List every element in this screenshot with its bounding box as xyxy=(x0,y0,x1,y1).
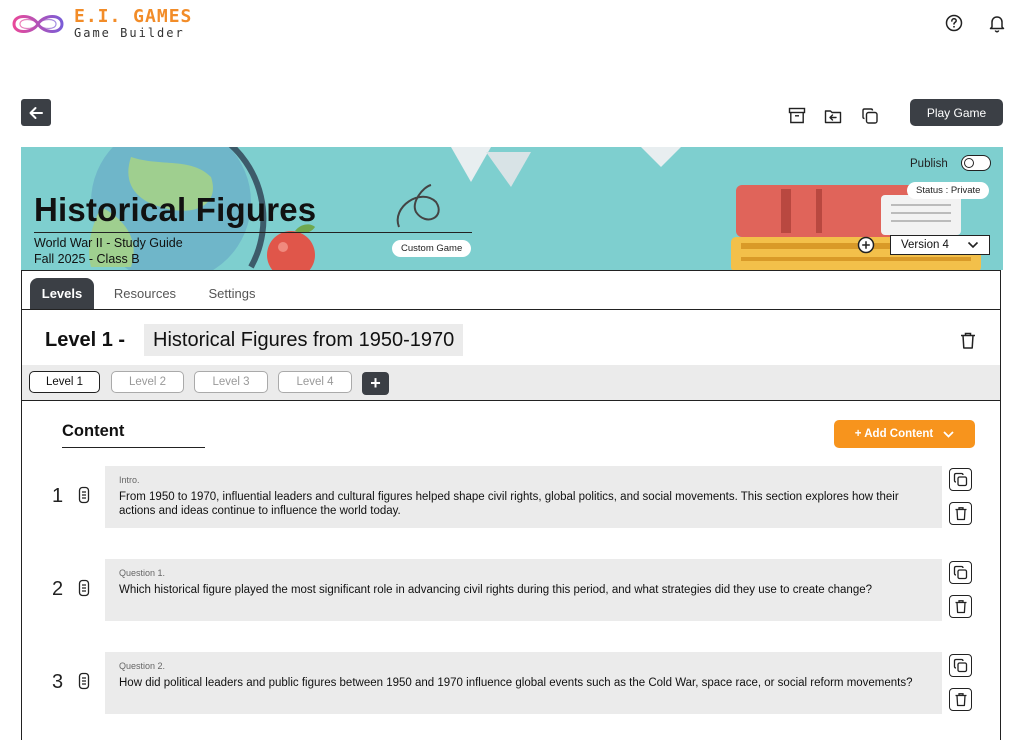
add-level-button[interactable]: + xyxy=(362,372,389,395)
copy-icon xyxy=(953,565,968,580)
game-title[interactable]: Historical Figures xyxy=(34,191,316,229)
app-logo[interactable]: E.I. GAMES Game Builder xyxy=(10,8,192,39)
publish-label: Publish xyxy=(910,158,948,170)
level-label: Level 1 - xyxy=(45,329,126,351)
item-text: How did political leaders and public fig… xyxy=(119,677,913,689)
toggle-knob xyxy=(964,158,974,168)
tab-resources[interactable]: Resources xyxy=(106,278,184,309)
trash-icon xyxy=(955,507,966,521)
level-name-input[interactable]: Historical Figures from 1950-1970 xyxy=(144,324,464,356)
duplicate-button[interactable] xyxy=(859,105,881,127)
help-icon[interactable] xyxy=(943,12,965,34)
content-item-card[interactable]: Question 2. How did political leaders an… xyxy=(105,652,942,714)
content-underline xyxy=(62,447,205,448)
duplicate-item-button[interactable] xyxy=(949,654,972,677)
folder-import-icon xyxy=(824,110,842,124)
custom-game-badge: Custom Game xyxy=(392,240,472,257)
content-item-card[interactable]: Intro. From 1950 to 1970, influential le… xyxy=(105,466,942,528)
version-select[interactable]: Version 4 xyxy=(890,235,990,255)
drag-handle-icon[interactable] xyxy=(78,672,90,690)
content-item-card[interactable]: Question 1. Which historical figure play… xyxy=(105,559,942,621)
archive-icon xyxy=(788,107,806,123)
trash-icon xyxy=(961,332,975,349)
editor-panel: Levels Resources Settings Level 1 - Hist… xyxy=(21,270,1001,740)
brand-subtitle: Game Builder xyxy=(74,26,185,40)
play-game-button[interactable]: Play Game xyxy=(910,99,1003,126)
add-content-label: + Add Content xyxy=(854,428,934,440)
delete-level-button[interactable] xyxy=(959,331,979,351)
tab-bar: Levels Resources Settings xyxy=(22,271,1000,310)
trash-icon xyxy=(955,600,966,614)
brand-name: E.I. GAMES xyxy=(74,6,193,27)
back-button[interactable] xyxy=(21,99,51,126)
copy-icon xyxy=(953,472,968,487)
drag-handle-icon[interactable] xyxy=(78,579,90,597)
archive-button[interactable] xyxy=(786,104,808,126)
item-number: 2 xyxy=(52,578,64,600)
publish-toggle[interactable] xyxy=(961,155,991,171)
version-label: Version 4 xyxy=(901,239,949,251)
copy-icon xyxy=(953,658,968,673)
chevron-down-icon xyxy=(943,430,954,438)
duplicate-item-button[interactable] xyxy=(949,468,972,491)
delete-item-button[interactable] xyxy=(949,688,972,711)
add-version-button[interactable] xyxy=(857,236,875,254)
duplicate-item-button[interactable] xyxy=(949,561,972,584)
add-content-button[interactable]: + Add Content xyxy=(834,420,975,448)
title-underline xyxy=(34,232,472,233)
import-button[interactable] xyxy=(822,105,844,127)
tab-settings[interactable]: Settings xyxy=(198,278,266,309)
item-label: Question 2. xyxy=(119,661,166,671)
level-pill-3[interactable]: Level 3 xyxy=(194,371,268,393)
bell-icon[interactable] xyxy=(986,12,1008,34)
game-subtitle: World War II - Study Guide xyxy=(34,236,183,250)
item-text: From 1950 to 1970, influential leaders a… xyxy=(119,491,899,517)
content-heading: Content xyxy=(62,422,125,440)
level-pill-2[interactable]: Level 2 xyxy=(111,371,184,393)
tab-levels[interactable]: Levels xyxy=(30,278,94,309)
item-label: Intro. xyxy=(119,475,140,485)
trash-icon xyxy=(955,693,966,707)
item-label: Question 1. xyxy=(119,568,166,578)
level-pill-1[interactable]: Level 1 xyxy=(29,371,100,393)
infinity-logo-icon xyxy=(12,14,64,33)
game-banner: Historical Figures World War II - Study … xyxy=(21,147,1003,270)
level-selector: Level 1 Level 2 Level 3 Level 4 + xyxy=(22,365,1000,401)
item-number: 3 xyxy=(52,671,64,693)
drag-handle-icon[interactable] xyxy=(78,486,90,504)
item-text: Which historical figure played the most … xyxy=(119,584,873,596)
copy-icon xyxy=(862,108,878,124)
status-badge: Status : Private xyxy=(907,182,990,199)
delete-item-button[interactable] xyxy=(949,502,972,525)
chevron-down-icon xyxy=(967,241,979,249)
plus-circle-icon xyxy=(857,236,875,254)
game-class: Fall 2025 - Class B xyxy=(34,252,140,266)
level-pill-4[interactable]: Level 4 xyxy=(278,371,352,393)
arrow-left-icon xyxy=(29,106,43,119)
item-number: 1 xyxy=(52,485,64,507)
delete-item-button[interactable] xyxy=(949,595,972,618)
